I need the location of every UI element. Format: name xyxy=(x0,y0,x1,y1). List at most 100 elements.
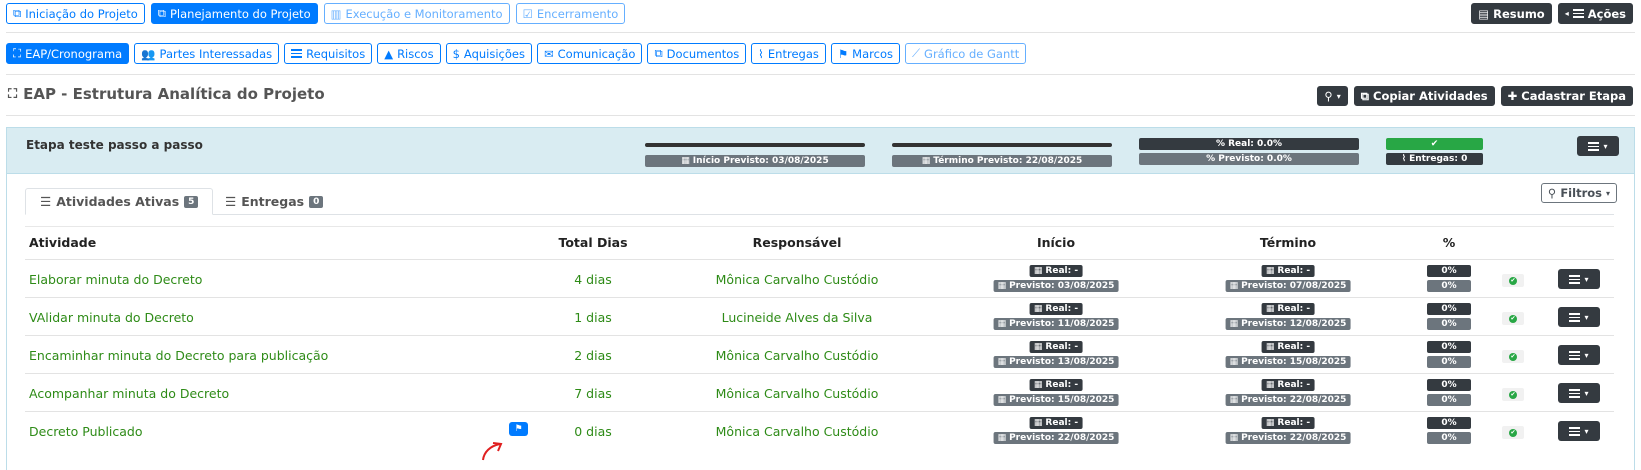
caret-down-icon: ▾ xyxy=(1336,91,1341,101)
tab-active-activities[interactable]: ☰ Atividades Ativas 5 xyxy=(25,188,214,215)
activity-name[interactable]: Acompanhar minuta do Decreto xyxy=(29,386,229,401)
start-planned-badge: ▦ Previsto: 13/08/2025 xyxy=(993,356,1119,368)
start-dates: ▦ Real: - ▦ Previsto: 11/08/2025 xyxy=(993,303,1119,330)
tab-stakeholders[interactable]: 👥 Partes Interessadas xyxy=(134,43,280,64)
phase-initiation-label: Iniciação do Projeto xyxy=(25,6,138,21)
table-row[interactable]: Elaborar minuta do Decreto 4 dias Mônica… xyxy=(25,259,1614,297)
caret-down-icon: ▾ xyxy=(1584,426,1589,436)
pct-planned-badge: 0% xyxy=(1427,394,1471,406)
row-menu-button[interactable]: ▾ xyxy=(1558,421,1600,441)
pct-real-badge: 0% xyxy=(1427,379,1471,391)
row-menu-button[interactable]: ▾ xyxy=(1558,269,1600,289)
activity-name[interactable]: Elaborar minuta do Decreto xyxy=(29,272,202,287)
calendar-icon: ▦ xyxy=(1265,266,1275,276)
list-icon xyxy=(1569,388,1581,398)
start-real-badge: ▦ Real: - xyxy=(1029,379,1083,391)
table-row[interactable]: VAlidar minuta do Decreto 1 dias Lucinei… xyxy=(25,297,1614,335)
row-menu-button[interactable]: ▾ xyxy=(1558,383,1600,403)
table-row[interactable]: Decreto Publicado ⚑ 0 dias Mônica Carval… xyxy=(25,411,1614,449)
actions-button[interactable]: ◂ Ações xyxy=(1557,3,1633,24)
total-days: 0 dias xyxy=(574,424,612,439)
phase-planning-button[interactable]: ⧉ Planejamento do Projeto xyxy=(150,3,318,24)
filters-button[interactable]: ⚲ Filtros ▾ xyxy=(1540,183,1617,203)
calendar-icon: ▦ xyxy=(1229,395,1239,405)
divider xyxy=(6,115,1635,116)
list-icon xyxy=(291,49,303,58)
total-days: 1 dias xyxy=(574,310,612,325)
phase-closing-label: Encerramento xyxy=(536,6,619,21)
copy-activities-label: Copiar Atividades xyxy=(1373,89,1488,103)
activity-name[interactable]: Encaminhar minuta do Decreto para public… xyxy=(29,348,328,363)
table-row[interactable]: Encaminhar minuta do Decreto para public… xyxy=(25,335,1614,373)
milestone-flag-button[interactable]: ⚑ xyxy=(509,422,528,436)
caret-down-icon: ▾ xyxy=(1584,274,1589,284)
tab-eap[interactable]: ⛶ EAP/Cronograma xyxy=(6,43,130,64)
list-icon xyxy=(1569,350,1581,360)
pct-real-badge: 0% xyxy=(1427,303,1471,315)
start-planned-text: Previsto: 11/08/2025 xyxy=(1009,319,1115,329)
copy-activities-button[interactable]: ⧉ Copiar Atividades xyxy=(1353,86,1495,106)
caret-down-icon: ▾ xyxy=(1603,141,1608,151)
pct-cell: 0% 0% xyxy=(1427,265,1471,292)
tab-gantt-label: Gráfico de Gantt xyxy=(924,46,1020,61)
tab-acquisitions[interactable]: $ Aquisições xyxy=(445,43,532,64)
start-dates: ▦ Real: - ▦ Previsto: 15/08/2025 xyxy=(993,379,1119,406)
divider xyxy=(6,32,1635,33)
calendar-icon: ▦ xyxy=(997,319,1007,329)
copy-icon: ⧉ xyxy=(13,6,22,20)
pct-planned-badge: 0% xyxy=(1427,280,1471,292)
start-planned-badge: ▦ Previsto: 15/08/2025 xyxy=(993,394,1119,406)
tab-gantt[interactable]: ⟋ Gráfico de Gantt xyxy=(904,43,1027,64)
table-row[interactable]: Acompanhar minuta do Decreto 7 dias Môni… xyxy=(25,373,1614,411)
start-planned-badge: ▦ Início Previsto: 03/08/2025 xyxy=(645,155,865,167)
tab-risks[interactable]: ▲ Riscos xyxy=(377,43,441,64)
end-dates: ▦ Real: - ▦ Previsto: 22/08/2025 xyxy=(1225,379,1351,406)
col-start: Início xyxy=(1036,235,1076,250)
search-dropdown-button[interactable]: ⚲ ▾ xyxy=(1317,86,1348,106)
add-stage-button[interactable]: ✚ Cadastrar Etapa xyxy=(1500,86,1633,106)
tab-deliveries-list[interactable]: ☰ Entregas 0 xyxy=(211,188,337,215)
end-real-badge: ▦ Real: - xyxy=(1261,303,1315,315)
start-planned-text: Previsto: 13/08/2025 xyxy=(1009,357,1115,367)
col-responsible: Responsável xyxy=(752,235,842,250)
end-planned-badge: ▦ Previsto: 07/08/2025 xyxy=(1225,280,1351,292)
end-dates: ▦ Real: - ▦ Previsto: 07/08/2025 xyxy=(1225,265,1351,292)
tab-milestones-label: Marcos xyxy=(852,46,893,61)
top-actions: ▤ Resumo ◂ Ações xyxy=(1471,3,1633,24)
end-real-badge: ▦ Real: - xyxy=(1261,265,1315,277)
tab-deliveries-label: Entregas xyxy=(767,46,819,61)
row-menu-button[interactable]: ▾ xyxy=(1558,307,1600,327)
deliveries-badge: ⌇ Entregas: 0 xyxy=(1386,153,1483,165)
tab-milestones[interactable]: ⚑ Marcos xyxy=(830,43,900,64)
tab-communication[interactable]: ✉ Comunicação xyxy=(536,43,643,64)
start-real-text: Real: - xyxy=(1045,304,1079,314)
phase-closing-button[interactable]: ☑ Encerramento xyxy=(515,3,626,24)
calendar-icon: ▦ xyxy=(997,357,1007,367)
end-planned-badge: ▦ Previsto: 12/08/2025 xyxy=(1225,318,1351,330)
warning-icon: ▲ xyxy=(384,46,394,61)
phase-initiation-button[interactable]: ⧉ Iniciação do Projeto xyxy=(6,3,145,24)
caret-down-icon: ▾ xyxy=(1584,312,1589,322)
status-ok-badge: ✔ xyxy=(1386,138,1483,150)
row-menu-button[interactable]: ▾ xyxy=(1558,345,1600,365)
start-real-text: Real: - xyxy=(1045,342,1079,352)
activity-name[interactable]: Decreto Publicado xyxy=(29,424,143,439)
calendar-icon: ▦ xyxy=(1033,266,1043,276)
phase-planning-label: Planejamento do Projeto xyxy=(170,6,311,21)
summary-button[interactable]: ▤ Resumo xyxy=(1471,3,1552,24)
end-planned-text: Término Previsto: 22/08/2025 xyxy=(933,156,1083,166)
tab-acquisitions-label: Aquisições xyxy=(463,46,525,61)
tab-documents-label: Documentos xyxy=(666,46,740,61)
start-real-badge: ▦ Real: - xyxy=(1029,417,1083,429)
tab-requirements[interactable]: Requisitos xyxy=(284,43,373,64)
sitemap-icon: ⛶ xyxy=(8,86,18,102)
tab-documents[interactable]: ⧉ Documentos xyxy=(647,43,747,64)
planning-tabs: ⛶ EAP/Cronograma 👥 Partes Interessadas Req… xyxy=(6,43,1027,64)
start-planned-text: Previsto: 22/08/2025 xyxy=(1009,433,1115,443)
responsible: Mônica Carvalho Custódio xyxy=(715,424,879,439)
phase-execution-button[interactable]: ▥ Execução e Monitoramento xyxy=(323,3,510,24)
caret-down-icon: ▾ xyxy=(1584,350,1589,360)
stage-menu-button[interactable]: ▾ xyxy=(1577,136,1619,156)
activity-name[interactable]: VAlidar minuta do Decreto xyxy=(29,310,194,325)
tab-deliveries[interactable]: ⌇ Entregas xyxy=(751,43,826,64)
